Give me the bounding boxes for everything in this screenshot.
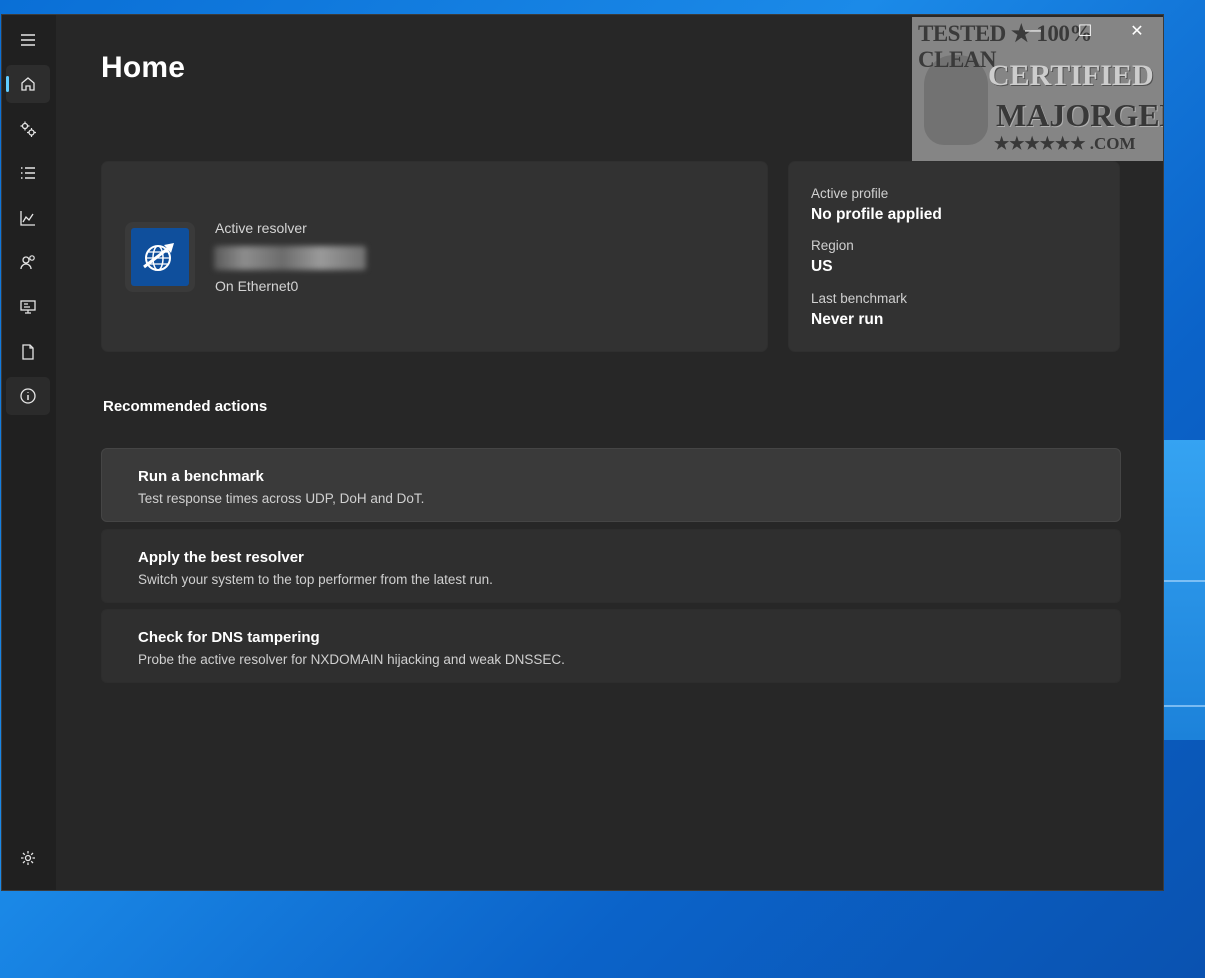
- sidebar-item-configure[interactable]: [6, 110, 50, 148]
- active-resolver-card: Active resolver On Ethernet0: [101, 161, 768, 352]
- sidebar-item-resolvers[interactable]: [6, 154, 50, 192]
- hamburger-menu-button[interactable]: [6, 21, 50, 59]
- chart-icon: [20, 211, 35, 226]
- info-icon: [20, 388, 36, 404]
- active-resolver-value-redacted: [214, 246, 366, 270]
- sidebar-item-profiles[interactable]: [6, 243, 50, 281]
- action-title: Apply the best resolver: [138, 549, 304, 566]
- action-title: Check for DNS tampering: [138, 629, 320, 646]
- users-icon: [20, 255, 35, 270]
- active-resolver-interface: On Ethernet0: [215, 278, 299, 294]
- maximize-button[interactable]: ☐: [1059, 15, 1111, 47]
- watermark-line3: MAJORGEEKS: [996, 97, 1163, 133]
- app-window: Home Active resolver On Ethernet0 Active…: [1, 14, 1164, 891]
- home-icon: [21, 77, 35, 91]
- sidebar-item-about[interactable]: [6, 377, 50, 415]
- page-title: Home: [101, 51, 186, 84]
- window-controls: — ☐ ✕: [1007, 15, 1163, 47]
- sidebar: [2, 15, 56, 890]
- last-benchmark-label: Last benchmark: [811, 291, 908, 306]
- document-icon: [22, 344, 34, 360]
- sidebar-item-benchmark[interactable]: [6, 199, 50, 237]
- hamburger-icon: [21, 34, 35, 46]
- active-profile-label: Active profile: [811, 186, 889, 201]
- action-title: Run a benchmark: [138, 468, 264, 485]
- action-check-dns-tampering[interactable]: Check for DNS tampering Probe the active…: [101, 609, 1121, 683]
- last-benchmark-value: Never run: [811, 311, 884, 328]
- profile-info-card: Active profile No profile applied Region…: [788, 161, 1120, 352]
- action-apply-best-resolver[interactable]: Apply the best resolver Switch your syst…: [101, 529, 1121, 603]
- region-value: US: [811, 258, 833, 275]
- action-description: Probe the active resolver for NXDOMAIN h…: [138, 652, 565, 667]
- list-icon: [21, 167, 35, 179]
- action-description: Switch your system to the top performer …: [138, 572, 493, 587]
- close-button[interactable]: ✕: [1111, 15, 1163, 47]
- action-run-benchmark[interactable]: Run a benchmark Test response times acro…: [101, 448, 1121, 522]
- watermark-line4: ★★★★★★ .COM: [994, 134, 1136, 153]
- active-profile-value: No profile applied: [811, 206, 942, 223]
- watermark-line2: CERTIFIED: [988, 59, 1154, 92]
- settings-gear-icon: [21, 851, 35, 865]
- resolver-logo: [125, 222, 195, 292]
- monitor-network-icon: [20, 300, 36, 314]
- sidebar-item-home[interactable]: [6, 65, 50, 103]
- sidebar-item-logs[interactable]: [6, 333, 50, 371]
- minimize-button[interactable]: —: [1007, 15, 1059, 47]
- sidebar-item-settings[interactable]: [6, 839, 50, 877]
- recommended-actions-heading: Recommended actions: [103, 398, 268, 415]
- region-label: Region: [811, 238, 854, 253]
- action-description: Test response times across UDP, DoH and …: [138, 491, 425, 506]
- sidebar-item-network[interactable]: [6, 288, 50, 326]
- gears-icon: [20, 121, 36, 137]
- globe-arrow-icon: [143, 243, 174, 271]
- active-resolver-label: Active resolver: [215, 220, 307, 236]
